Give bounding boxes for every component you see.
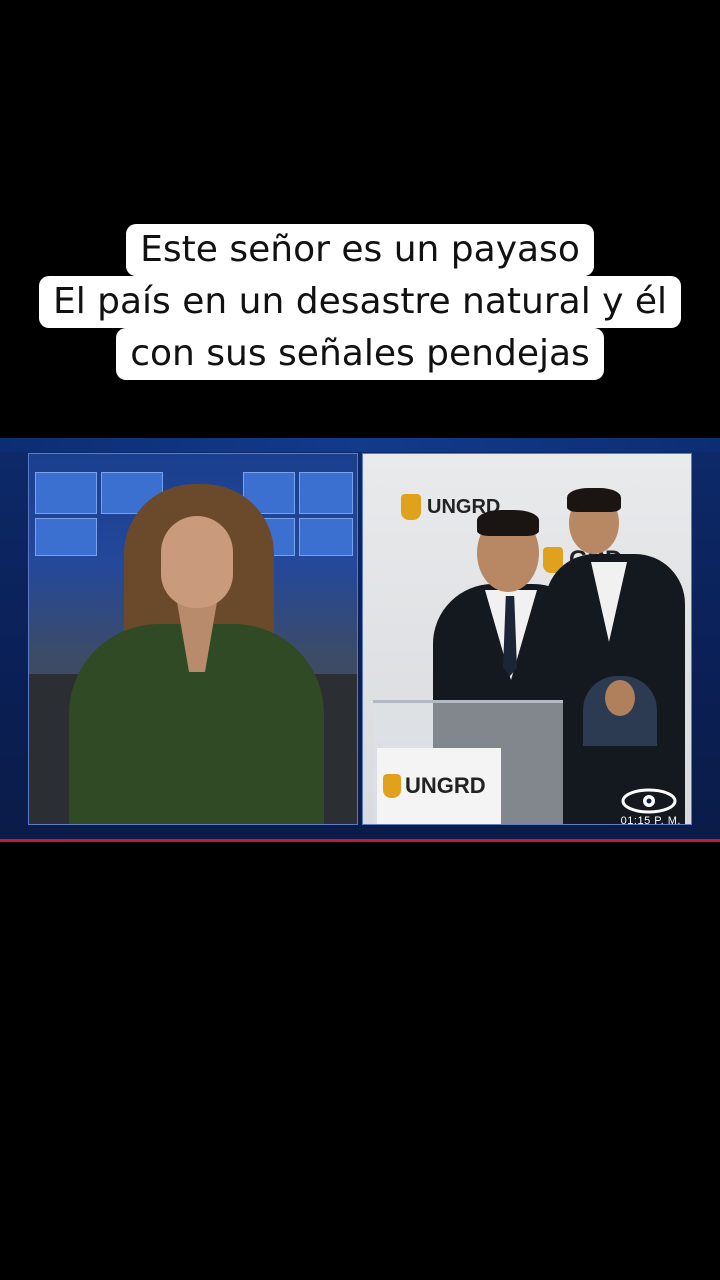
press-conference-panel: UNGRD GRD UNGRD bbox=[362, 453, 692, 825]
broadcast-clock: 01:15 P. M. bbox=[620, 815, 681, 825]
caption-line-1: Este señor es un payaso bbox=[126, 224, 594, 276]
video-stage: Este señor es un payaso El país en un de… bbox=[0, 0, 720, 1280]
caption-line-3: con sus señales pendejas bbox=[116, 328, 604, 380]
anchor-panel bbox=[28, 453, 358, 825]
caracol-eye-logo-icon bbox=[621, 788, 677, 814]
caption-overlay: Este señor es un payaso El país en un de… bbox=[0, 224, 720, 380]
podium-sign: UNGRD bbox=[377, 748, 501, 824]
caption-line-2: El país en un desastre natural y él bbox=[38, 276, 682, 328]
news-broadcast-frame: UNGRD GRD UNGRD bbox=[0, 438, 720, 842]
ungrd-hand-icon bbox=[401, 494, 421, 520]
anchor-face bbox=[161, 516, 233, 608]
